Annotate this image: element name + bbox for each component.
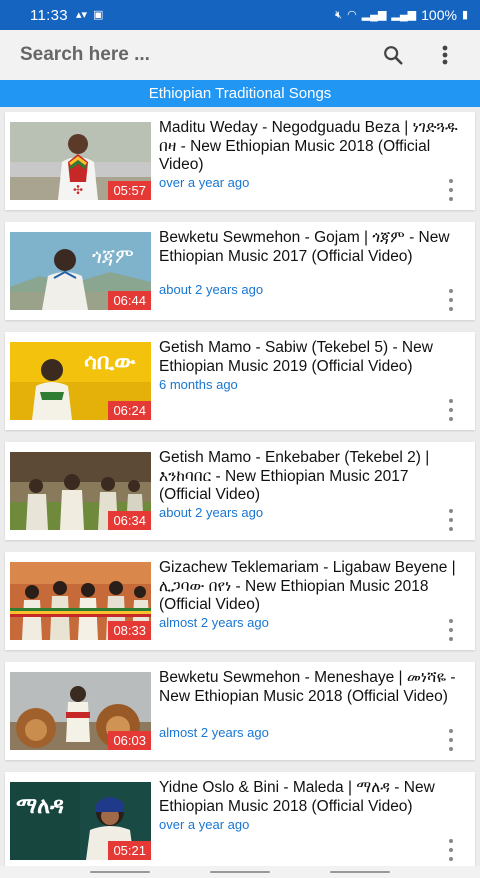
video-age: about 2 years ago — [159, 282, 264, 297]
video-thumbnail[interactable]: ማለዳ 05:21 — [10, 782, 151, 860]
video-more-button[interactable] — [443, 619, 459, 641]
video-title[interactable]: Maditu Weday - Negodguadu Beza | ነገድጓዱ በ… — [159, 119, 465, 175]
video-duration: 06:24 — [108, 401, 151, 420]
more-vert-icon — [449, 839, 453, 843]
video-card[interactable]: ሳቢው 06:24 Getish Mamo - Sabiw (Tekebel 5… — [5, 332, 475, 430]
system-nav-bar — [0, 866, 480, 878]
more-vert-icon — [449, 729, 453, 733]
thumbnail-caption: ማለዳ — [16, 794, 64, 819]
video-list: ✣ 05:57 Maditu Weday - Negodguadu Beza |… — [5, 112, 475, 878]
nav-recents-indicator[interactable] — [90, 871, 150, 873]
video-thumbnail[interactable]: ✣ 05:57 — [10, 122, 151, 200]
nav-back-indicator[interactable] — [330, 871, 390, 873]
video-thumbnail[interactable]: 06:03 — [10, 672, 151, 750]
search-bar — [0, 30, 480, 80]
video-card[interactable]: 06:03 Bewketu Sewmehon - Meneshaye | መነሻ… — [5, 662, 475, 760]
data-speed-icon: ▴▾ — [75, 8, 87, 21]
video-duration: 06:03 — [108, 731, 151, 750]
video-duration: 05:21 — [108, 841, 151, 860]
video-age: almost 2 years ago — [159, 615, 269, 630]
video-title[interactable]: Yidne Oslo & Bini - Maleda | ማለዳ - New E… — [159, 779, 465, 816]
signal-icon: ▂▄▆ — [361, 8, 387, 21]
overflow-menu-button[interactable] — [430, 40, 460, 70]
video-card[interactable]: 08:33 Gizachew Teklemariam - Ligabaw Bey… — [5, 552, 475, 650]
video-duration: 08:33 — [108, 621, 151, 640]
video-age: over a year ago — [159, 175, 250, 190]
search-input[interactable] — [20, 44, 378, 66]
video-age: 6 months ago — [159, 377, 238, 392]
video-more-button[interactable] — [443, 729, 459, 751]
video-duration: 06:34 — [108, 511, 151, 530]
video-title[interactable]: Getish Mamo - Enkebaber (Tekebel 2) | እን… — [159, 449, 465, 505]
video-more-button[interactable] — [443, 179, 459, 201]
video-card[interactable]: ጎጃም 06:44 Bewketu Sewmehon - Gojam | ጎጃም… — [5, 222, 475, 320]
battery-percent: 100% — [421, 7, 457, 23]
video-more-button[interactable] — [443, 839, 459, 861]
video-age: almost 2 years ago — [159, 725, 269, 740]
status-time: 11:33 — [30, 6, 68, 24]
status-bar: 11:33 ▴▾ ▣ 🔇︎ ◠ ▂▄▆ ▂▄▆ 100% ▮ — [0, 0, 480, 30]
video-title[interactable]: Bewketu Sewmehon - Meneshaye | መነሻዬ - Ne… — [159, 669, 465, 706]
gallery-icon: ▣ — [92, 8, 104, 21]
search-button[interactable] — [378, 40, 408, 70]
video-more-button[interactable] — [443, 289, 459, 311]
more-vert-icon — [449, 399, 453, 403]
more-vert-icon — [442, 45, 448, 65]
thumbnail-caption: ሳቢው — [84, 350, 136, 375]
video-duration: 05:57 — [108, 181, 151, 200]
svg-text:✣: ✣ — [73, 183, 83, 197]
section-title: Ethiopian Traditional Songs — [148, 85, 332, 102]
video-card[interactable]: ማለዳ 05:21 Yidne Oslo & Bini - Maleda | ማ… — [5, 772, 475, 870]
video-duration: 06:44 — [108, 291, 151, 310]
mute-icon: 🔇︎ — [335, 8, 343, 21]
search-icon — [384, 46, 403, 65]
more-vert-icon — [449, 289, 453, 293]
thumbnail-caption: ጎጃም — [92, 244, 134, 268]
video-thumbnail[interactable]: ሳቢው 06:24 — [10, 342, 151, 420]
video-title[interactable]: Bewketu Sewmehon - Gojam | ጎጃም - New Eth… — [159, 229, 465, 266]
video-thumbnail[interactable]: ጎጃም 06:44 — [10, 232, 151, 310]
more-vert-icon — [449, 179, 453, 183]
video-thumbnail[interactable]: 08:33 — [10, 562, 151, 640]
nav-home-indicator[interactable] — [210, 871, 270, 873]
video-card[interactable]: 06:34 Getish Mamo - Enkebaber (Tekebel 2… — [5, 442, 475, 540]
wifi-icon: ◠ — [347, 8, 357, 21]
video-thumbnail[interactable]: 06:34 — [10, 452, 151, 530]
video-age: about 2 years ago — [159, 505, 264, 520]
section-header: Ethiopian Traditional Songs — [0, 80, 480, 107]
video-more-button[interactable] — [443, 509, 459, 531]
video-title[interactable]: Getish Mamo - Sabiw (Tekebel 5) - New Et… — [159, 339, 465, 376]
more-vert-icon — [449, 509, 453, 513]
video-title[interactable]: Gizachew Teklemariam - Ligabaw Beyene | … — [159, 559, 465, 615]
video-card[interactable]: ✣ 05:57 Maditu Weday - Negodguadu Beza |… — [5, 112, 475, 210]
signal-icon-2: ▂▄▆ — [391, 8, 417, 21]
battery-icon: ▮ — [461, 8, 468, 21]
video-more-button[interactable] — [443, 399, 459, 421]
video-age: over a year ago — [159, 817, 250, 832]
more-vert-icon — [449, 619, 453, 623]
